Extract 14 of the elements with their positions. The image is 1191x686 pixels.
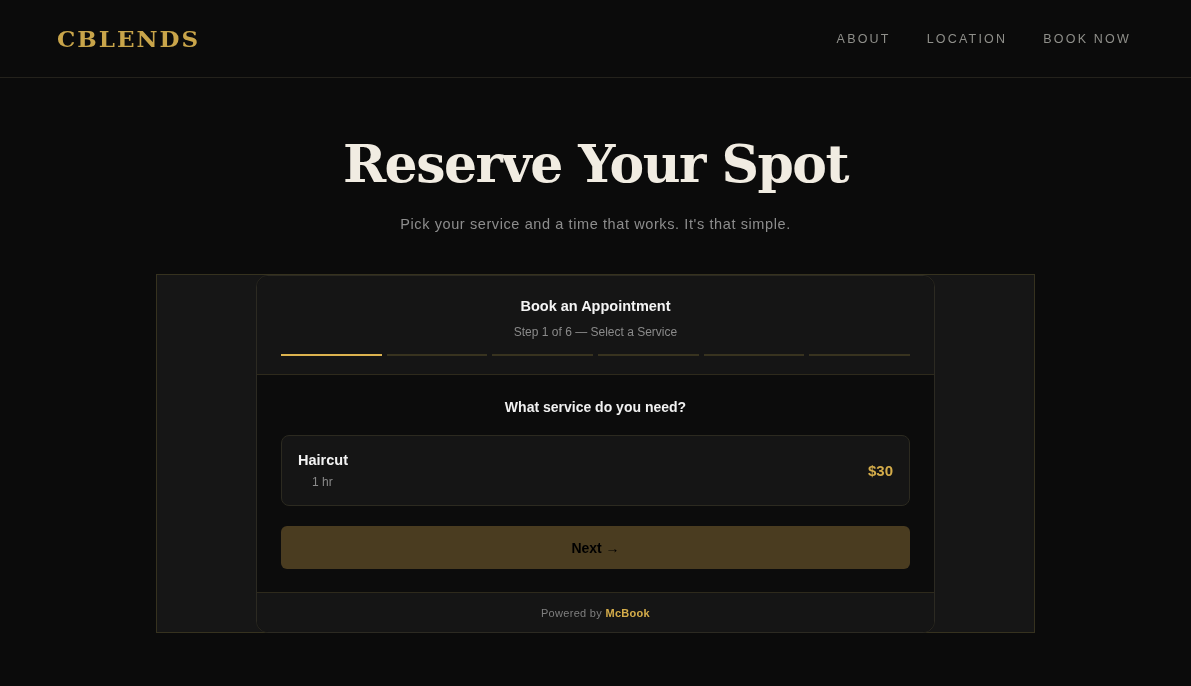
question: What service do you need? xyxy=(504,399,687,415)
powered-by-text: Powered by McBook xyxy=(540,606,650,619)
service-name: Haircut xyxy=(298,452,348,468)
nav-link[interactable]: BOOK NOW xyxy=(1043,31,1131,46)
booking-title: Book an Appointment xyxy=(520,298,671,314)
logo[interactable]: CBLENDS xyxy=(57,25,201,52)
nav-link[interactable]: LOCATION xyxy=(926,31,1008,46)
service-option[interactable]: Haircut 1 hr $30 xyxy=(281,435,910,506)
service-duration: 1 hr xyxy=(311,475,334,489)
nav-link[interactable]: ABOUT xyxy=(836,31,891,46)
page-subtitle: Pick your service and a time that works. It's that simple. xyxy=(400,216,791,232)
page-title: Reserve Your Spot xyxy=(342,132,849,196)
step-label: Step 1 of 6 — Select a Service xyxy=(513,325,678,339)
service-price: $30 xyxy=(867,462,893,479)
